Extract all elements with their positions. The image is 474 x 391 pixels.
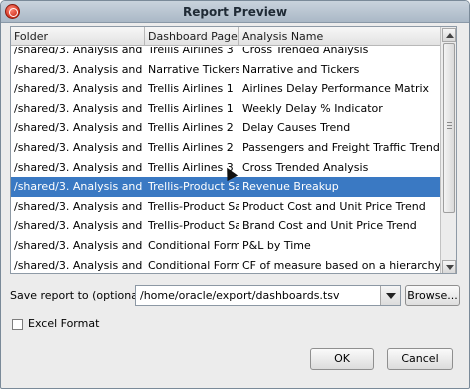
save-path-value[interactable]: /home/oracle/export/dashboards.tsv	[140, 289, 339, 302]
cell-folder: /shared/3. Analysis and Dashboard	[14, 160, 145, 174]
cell-dashboard-page: Conditional Formatting	[148, 238, 239, 252]
ok-button[interactable]: OK	[310, 348, 374, 370]
scroll-thumb[interactable]	[443, 43, 455, 213]
cell-analysis-name: Revenue Breakup	[242, 180, 339, 194]
cell-analysis-name: CF of measure based on a hierarchy	[242, 258, 441, 272]
cell-analysis-name: Weekly Delay % Indicator	[242, 101, 383, 115]
title-bar: Report Preview	[1, 1, 469, 23]
browse-button[interactable]: Browse...	[405, 285, 460, 306]
chevron-down-icon	[386, 293, 396, 299]
table-row[interactable]: /shared/3. Analysis and DashboardTrellis…	[11, 99, 441, 119]
cell-analysis-name: Passengers and Freight Traffic Trend	[242, 140, 440, 154]
cell-analysis-name: Cross Trended Analysis	[242, 160, 369, 174]
excel-format-label: Excel Format	[28, 317, 100, 330]
cell-dashboard-page: Trellis Airlines 1	[148, 101, 234, 115]
cell-dashboard-page: Trellis Airlines 2	[148, 121, 234, 135]
cell-folder: /shared/3. Analysis and Dashboard	[14, 180, 145, 194]
scroll-down-button[interactable]	[442, 260, 456, 273]
grip-line-icon	[447, 128, 452, 129]
table-row[interactable]: /shared/3. Analysis and DashboardTrellis…	[11, 216, 441, 236]
cell-analysis-name: Cross Trended Analysis	[242, 47, 369, 56]
column-header-analysis-name[interactable]: Analysis Name	[239, 27, 441, 46]
cell-analysis-name: Airlines Delay Performance Matrix	[242, 82, 430, 96]
vertical-scrollbar[interactable]	[440, 27, 456, 273]
table-row[interactable]: /shared/3. Analysis and DashboardTrellis…	[11, 47, 441, 60]
table-row[interactable]: /shared/3. Analysis and DashboardTrellis…	[11, 138, 441, 158]
combo-dropdown-button[interactable]	[380, 286, 400, 305]
table-rows: /shared/3. Analysis and DashboardTrellis…	[11, 47, 441, 273]
table-row[interactable]: /shared/3. Analysis and DashboardTrellis…	[11, 118, 441, 138]
cell-analysis-name: Delay Causes Trend	[242, 121, 351, 135]
save-path-combobox[interactable]: /home/oracle/export/dashboards.tsv	[135, 285, 401, 306]
cell-analysis-name: P&L by Time	[242, 238, 311, 252]
table-header: Folder Dashboard Page Name Analysis Name	[11, 27, 441, 46]
cell-dashboard-page: Trellis Airlines 1	[148, 82, 234, 96]
grip-line-icon	[447, 122, 452, 123]
cell-folder: /shared/3. Analysis and Dashboard	[14, 82, 145, 96]
arrow-down-icon	[446, 265, 454, 270]
cell-folder: /shared/3. Analysis and Dashboard	[14, 258, 145, 272]
cancel-button[interactable]: Cancel	[387, 348, 453, 370]
cell-dashboard-page: Trellis Airlines 2	[148, 140, 234, 154]
table-row[interactable]: /shared/3. Analysis and DashboardTrellis…	[11, 79, 441, 99]
cell-dashboard-page: Trellis-Product Sales	[148, 180, 239, 194]
cell-folder: /shared/3. Analysis and Dashboard	[14, 219, 145, 233]
cell-dashboard-page: Conditional Formatting	[148, 258, 239, 272]
column-header-folder[interactable]: Folder	[11, 27, 145, 46]
column-header-dashboard-page[interactable]: Dashboard Page Name	[145, 27, 239, 46]
table-row[interactable]: /shared/3. Analysis and DashboardTrellis…	[11, 197, 441, 217]
cell-folder: /shared/3. Analysis and Dashboard	[14, 101, 145, 115]
cell-folder: /shared/3. Analysis and Dashboard	[14, 140, 145, 154]
grip-line-icon	[447, 125, 452, 126]
table-row[interactable]: /shared/3. Analysis and DashboardNarrati…	[11, 60, 441, 80]
analysis-table: Folder Dashboard Page Name Analysis Name…	[10, 26, 457, 274]
excel-format-checkbox[interactable]	[12, 319, 23, 330]
table-body: /shared/3. Analysis and DashboardTrellis…	[11, 47, 441, 273]
arrow-up-icon	[446, 33, 454, 38]
cell-folder: /shared/3. Analysis and Dashboard	[14, 199, 145, 213]
cell-analysis-name: Brand Cost and Unit Price Trend	[242, 219, 417, 233]
cell-folder: /shared/3. Analysis and Dashboard	[14, 62, 145, 76]
cell-folder: /shared/3. Analysis and Dashboard	[14, 121, 145, 135]
cell-folder: /shared/3. Analysis and Dashboard	[14, 238, 145, 252]
table-row[interactable]: /shared/3. Analysis and DashboardConditi…	[11, 236, 441, 256]
cell-dashboard-page: Narrative Tickers	[148, 62, 239, 76]
cell-analysis-name: Product Cost and Unit Price Trend	[242, 199, 426, 213]
cell-dashboard-page: Trellis-Product Sales	[148, 199, 239, 213]
cell-dashboard-page: Trellis Airlines 3	[148, 47, 234, 56]
report-preview-dialog: Report Preview Folder Dashboard Page Nam…	[0, 0, 470, 389]
cell-analysis-name: Narrative and Tickers	[242, 62, 360, 76]
scroll-up-button[interactable]	[442, 28, 456, 42]
table-row[interactable]: /shared/3. Analysis and DashboardConditi…	[11, 256, 441, 273]
cell-dashboard-page: Trellis-Product Sales	[148, 219, 239, 233]
cell-folder: /shared/3. Analysis and Dashboard	[14, 47, 145, 56]
save-report-label: Save report to (optional)	[10, 289, 146, 302]
window-title: Report Preview	[182, 5, 288, 19]
